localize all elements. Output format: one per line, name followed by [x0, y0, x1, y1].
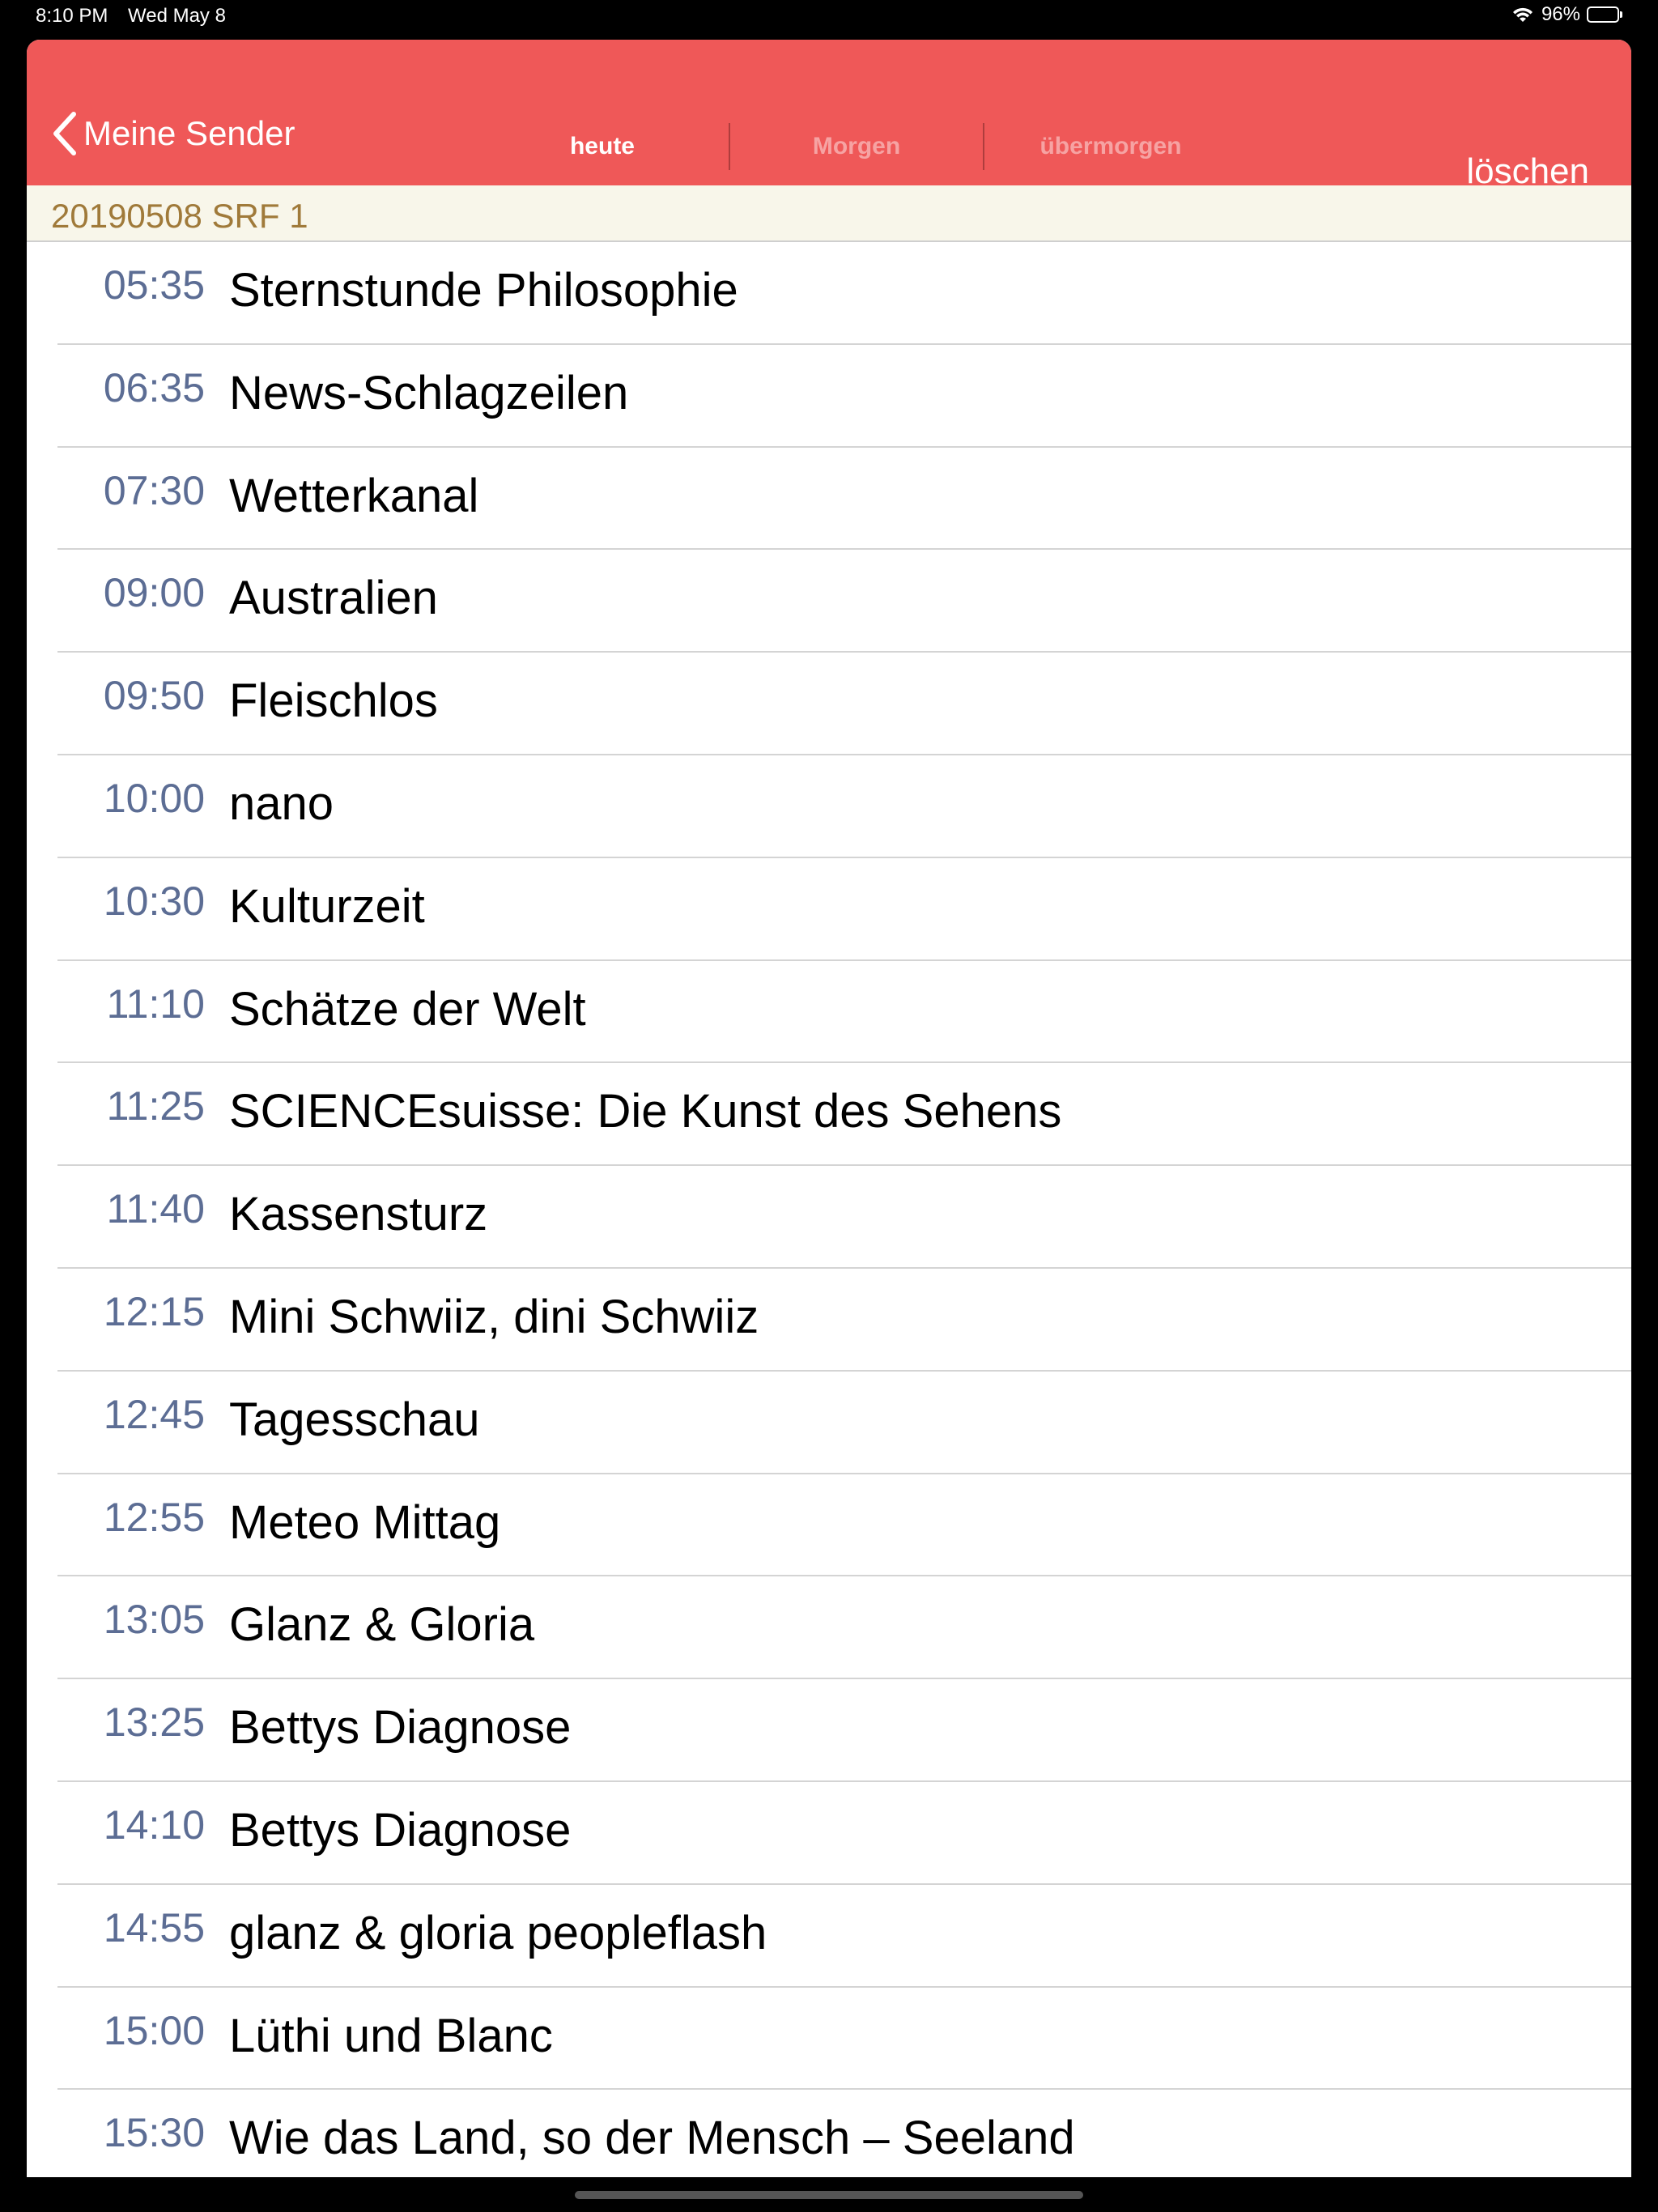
program-title: Wie das Land, so der Mensch – Seeland: [229, 2112, 1075, 2165]
program-time: 10:00: [103, 775, 205, 821]
program-title: Tagesschau: [229, 1393, 480, 1446]
program-time: 10:30: [103, 878, 205, 924]
section-title: 20190508 SRF 1: [51, 197, 308, 235]
program-time: 12:55: [103, 1494, 205, 1540]
home-indicator[interactable]: [575, 2191, 1083, 2199]
list-item[interactable]: 05:35 Sternstunde Philosophie: [27, 242, 1631, 345]
program-title: News-Schlagzeilen: [229, 366, 629, 419]
list-item[interactable]: 06:35 News-Schlagzeilen: [27, 345, 1631, 448]
program-time: 09:50: [103, 673, 205, 719]
list-item[interactable]: 09:50 Fleischlos: [27, 653, 1631, 755]
status-bar: 8:10 PM Wed May 8 96%: [0, 0, 1658, 39]
program-title: Sternstunde Philosophie: [229, 264, 738, 317]
program-time: 11:40: [106, 1186, 205, 1232]
status-date: Wed May 8: [128, 5, 226, 27]
schedule-card: Meine Sender heute Morgen übermorgen lös…: [27, 40, 1631, 2177]
program-time: 09:00: [103, 570, 205, 616]
program-time: 15:00: [103, 2007, 205, 2053]
program-time: 11:25: [106, 1083, 205, 1129]
program-title: Bettys Diagnose: [229, 1701, 572, 1755]
tab-uebermorgen[interactable]: übermorgen: [984, 133, 1237, 160]
program-title: Wetterkanal: [229, 469, 479, 522]
list-item[interactable]: 11:10 Schätze der Welt: [27, 961, 1631, 1064]
program-title: Lüthi und Blanc: [229, 2009, 553, 2062]
program-list: 05:35 Sternstunde Philosophie 06:35 News-Sc…: [27, 242, 1631, 2177]
program-title: Kassensturz: [229, 1188, 488, 1241]
list-item[interactable]: 09:00 Australien: [27, 550, 1631, 653]
program-title: glanz & gloria peopleflash: [229, 1906, 767, 1959]
list-item[interactable]: 11:25 SCIENCEsuisse: Die Kunst des Sehens: [27, 1063, 1631, 1166]
list-item[interactable]: 10:00 nano: [27, 755, 1631, 858]
program-time: 07:30: [103, 467, 205, 513]
battery-charging-icon: [1587, 6, 1622, 23]
list-item[interactable]: 15:00 Lüthi und Blanc: [27, 1988, 1631, 2091]
wifi-icon: [1512, 7, 1533, 22]
status-time: 8:10 PM: [36, 5, 108, 27]
program-time: 11:10: [106, 981, 205, 1027]
list-item[interactable]: 12:45 Tagesschau: [27, 1372, 1631, 1474]
tab-heute[interactable]: heute: [476, 133, 729, 160]
tab-morgen[interactable]: Morgen: [730, 133, 983, 160]
status-indicators: 96%: [1511, 3, 1622, 26]
program-title: Fleischlos: [229, 674, 438, 728]
program-title: Schätze der Welt: [229, 982, 586, 1036]
chevron-left-icon: [53, 112, 76, 155]
program-time: 06:35: [103, 364, 205, 410]
program-title: SCIENCEsuisse: Die Kunst des Sehens: [229, 1085, 1062, 1138]
list-item[interactable]: 14:10 Bettys Diagnose: [27, 1782, 1631, 1885]
list-item[interactable]: 14:55 glanz & gloria peopleflash: [27, 1885, 1631, 1988]
list-item[interactable]: 11:40 Kassensturz: [27, 1166, 1631, 1269]
program-title: Glanz & Gloria: [229, 1598, 535, 1652]
battery-percent: 96%: [1541, 3, 1580, 25]
program-time: 05:35: [103, 262, 205, 308]
program-time: 12:15: [103, 1288, 205, 1334]
program-title: Bettys Diagnose: [229, 1803, 572, 1857]
back-button[interactable]: Meine Sender: [51, 111, 295, 156]
list-item[interactable]: 12:55 Meteo Mittag: [27, 1474, 1631, 1577]
list-item[interactable]: 07:30 Wetterkanal: [27, 448, 1631, 551]
program-time: 13:25: [103, 1699, 205, 1746]
program-title: Australien: [229, 572, 438, 625]
program-time: 12:45: [103, 1391, 205, 1437]
program-time: 15:30: [103, 2110, 205, 2156]
program-time: 14:10: [103, 1802, 205, 1848]
program-title: Meteo Mittag: [229, 1495, 501, 1549]
program-title: nano: [229, 776, 334, 830]
list-item[interactable]: 13:05 Glanz & Gloria: [27, 1576, 1631, 1679]
navigation-bar: Meine Sender heute Morgen übermorgen lös…: [27, 40, 1631, 191]
back-button-label: Meine Sender: [83, 114, 295, 152]
program-title: Mini Schwiiz, dini Schwiiz: [229, 1290, 759, 1343]
section-header: 20190508 SRF 1: [27, 185, 1631, 242]
day-segmented-control: heute Morgen übermorgen: [476, 122, 1237, 171]
program-time: 13:05: [103, 1597, 205, 1643]
list-item[interactable]: 13:25 Bettys Diagnose: [27, 1679, 1631, 1782]
list-item[interactable]: 15:30 Wie das Land, so der Mensch – Seela…: [27, 2090, 1631, 2177]
list-item[interactable]: 10:30 Kulturzeit: [27, 858, 1631, 961]
program-time: 14:55: [103, 1904, 205, 1950]
program-title: Kulturzeit: [229, 879, 425, 933]
list-item[interactable]: 12:15 Mini Schwiiz, dini Schwiiz: [27, 1269, 1631, 1372]
